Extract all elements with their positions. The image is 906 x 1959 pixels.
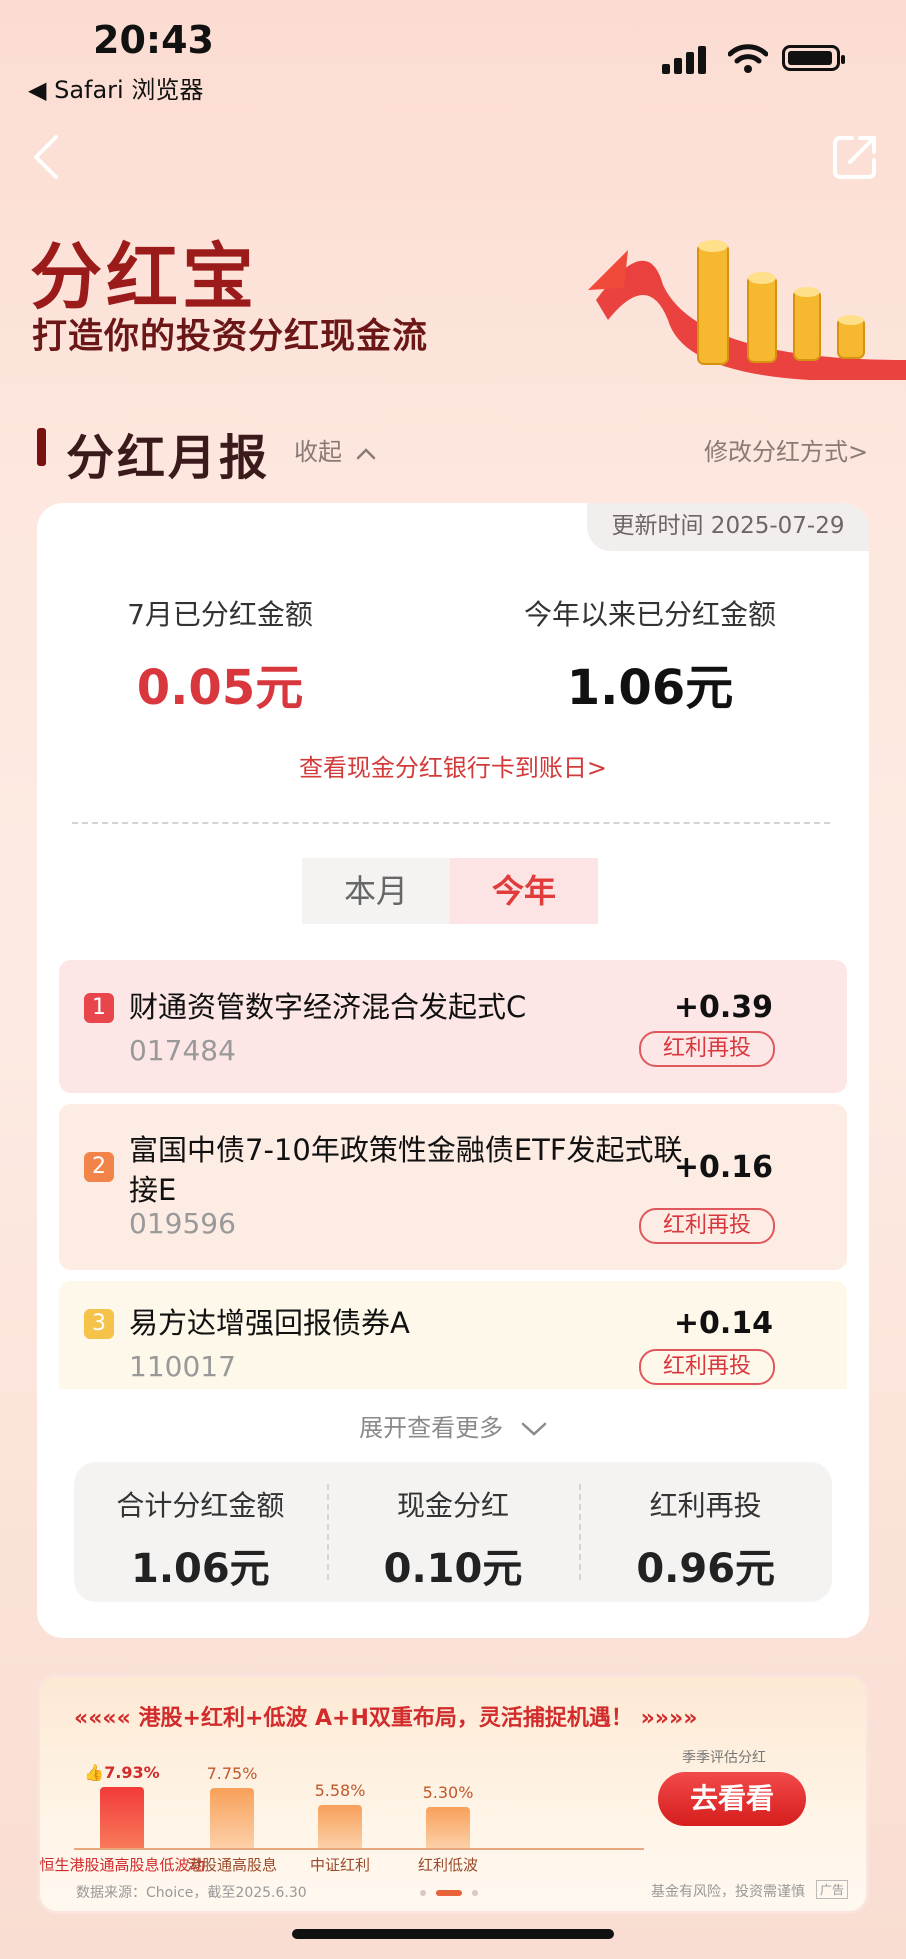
year-dividend-label: 今年以来已分红金额 [523, 598, 776, 631]
period-tabs: 本月 今年 [302, 858, 598, 924]
battery-icon [782, 45, 845, 71]
section-title: 分红月报 [66, 430, 271, 486]
collapse-label: 收起 [294, 438, 342, 466]
expand-more-button[interactable]: 展开查看更多 [0, 1408, 906, 1443]
summary-label: 现金分红 [397, 1489, 510, 1522]
ad-badge: 广告 [816, 1880, 849, 1899]
carousel-dot [420, 1890, 426, 1896]
reinvest-tag: 红利再投 [639, 1031, 775, 1067]
season-label: 季季评估分红 [682, 1750, 766, 1766]
carousel-dot-active [436, 1890, 462, 1896]
rank-badge: 2 [84, 1152, 114, 1182]
fund-code: 110017 [129, 1350, 236, 1383]
fund-row[interactable]: 1 财通资管数字经济混合发起式C 017484 +0.39 红利再投 [59, 960, 847, 1093]
risk-notice: 基金有风险，投资需谨慎 [651, 1884, 805, 1900]
carousel-indicator [420, 1890, 478, 1896]
fund-name: 财通资管数字经济混合发起式C [129, 990, 527, 1024]
update-time-badge: 更新时间 2025-07-29 [587, 503, 869, 551]
yield-value: 5.30% [422, 1783, 474, 1802]
yield-bar [318, 1805, 362, 1848]
fund-dividend-value: +0.14 [673, 1306, 773, 1341]
status-time: 20:43 [93, 18, 214, 62]
back-arrow-icon[interactable] [30, 134, 60, 180]
fund-dividend-value: +0.16 [673, 1150, 773, 1185]
summary-cash: 现金分红 0.10元 [326, 1462, 580, 1602]
fund-row[interactable]: 2 富国中债7-10年政策性金融债ETF发起式联接E 019596 +0.16 … [59, 1104, 847, 1270]
yield-bar [100, 1787, 144, 1848]
fund-code: 019596 [129, 1207, 236, 1240]
summary-value: 0.10元 [383, 1546, 523, 1592]
data-source: 数据来源：Choice，截至2025.6.30 [76, 1885, 307, 1901]
chart-baseline [74, 1848, 644, 1850]
hero-subtitle: 打造你的投资分红现金流 [32, 317, 429, 357]
month-dividend-amount: 0.05元 [136, 660, 304, 716]
fund-name: 易方达增强回报债券A [129, 1306, 410, 1340]
yield-category: 红利低波 [417, 1856, 478, 1874]
yield-bar [210, 1788, 254, 1848]
modify-dividend-method-link[interactable]: 修改分红方式> [704, 432, 868, 467]
share-icon[interactable] [832, 134, 878, 180]
yield-value: 7.75% [206, 1764, 258, 1783]
banner-yield-chart: 👍7.93% 恒生港股通高股息低波动 7.75% 港股通高股息 5.58% 中证红利 5.3… [39, 1740, 654, 1880]
month-dividend-label: 7月已分红金额 [127, 598, 313, 631]
go-see-button[interactable]: 去看看 [658, 1772, 806, 1826]
fund-dividend-value: +0.39 [673, 990, 773, 1025]
bank-card-arrival-link[interactable]: 查看现金分红银行卡到账日> [0, 748, 906, 783]
yield-bar [426, 1807, 470, 1848]
back-to-safari-link[interactable]: ◀ Safari 浏览器 [28, 70, 203, 105]
summary-label: 红利再投 [649, 1489, 762, 1522]
tab-this-month[interactable]: 本月 [302, 858, 450, 924]
rank-badge: 1 [84, 993, 114, 1023]
dividend-summary: 合计分红金额 1.06元 现金分红 0.10元 红利再投 0.96元 [74, 1462, 832, 1602]
yield-value: 👍7.93% [84, 1763, 160, 1782]
year-dividend-amount: 1.06元 [566, 660, 734, 716]
carousel-dot [472, 1890, 478, 1896]
expand-more-label: 展开查看更多 [359, 1414, 504, 1442]
fund-row[interactable]: 3 易方达增强回报债券A 110017 +0.14 红利再投 [59, 1281, 847, 1389]
summary-label: 合计分红金额 [116, 1489, 285, 1522]
rank-badge: 3 [84, 1309, 114, 1339]
home-indicator [292, 1929, 614, 1939]
collapse-button[interactable]: 收起 [294, 432, 376, 467]
coin-stacks-illustration [588, 240, 906, 380]
cellular-signal-icon [662, 46, 706, 74]
banner-headline: «««« 港股+红利+低波 A+H双重布局，灵活捕捉机遇！ »»»» [74, 1706, 698, 1731]
summary-reinvest: 红利再投 0.96元 [579, 1462, 832, 1602]
chevron-up-icon [356, 448, 375, 460]
fund-code: 017484 [129, 1034, 236, 1067]
section-accent-bar [37, 428, 46, 466]
reinvest-tag: 红利再投 [639, 1349, 775, 1385]
yield-value: 5.58% [314, 1781, 366, 1800]
reinvest-tag: 红利再投 [639, 1208, 775, 1244]
summary-value: 0.96元 [636, 1546, 776, 1592]
wifi-icon [728, 44, 768, 73]
divider [72, 822, 830, 824]
summary-total: 合计分红金额 1.06元 [74, 1462, 327, 1602]
fund-name: 富国中债7-10年政策性金融债ETF发起式联接E [129, 1133, 683, 1207]
tab-this-year[interactable]: 今年 [450, 858, 598, 924]
chevron-down-icon [521, 1422, 547, 1436]
summary-value: 1.06元 [130, 1546, 270, 1592]
